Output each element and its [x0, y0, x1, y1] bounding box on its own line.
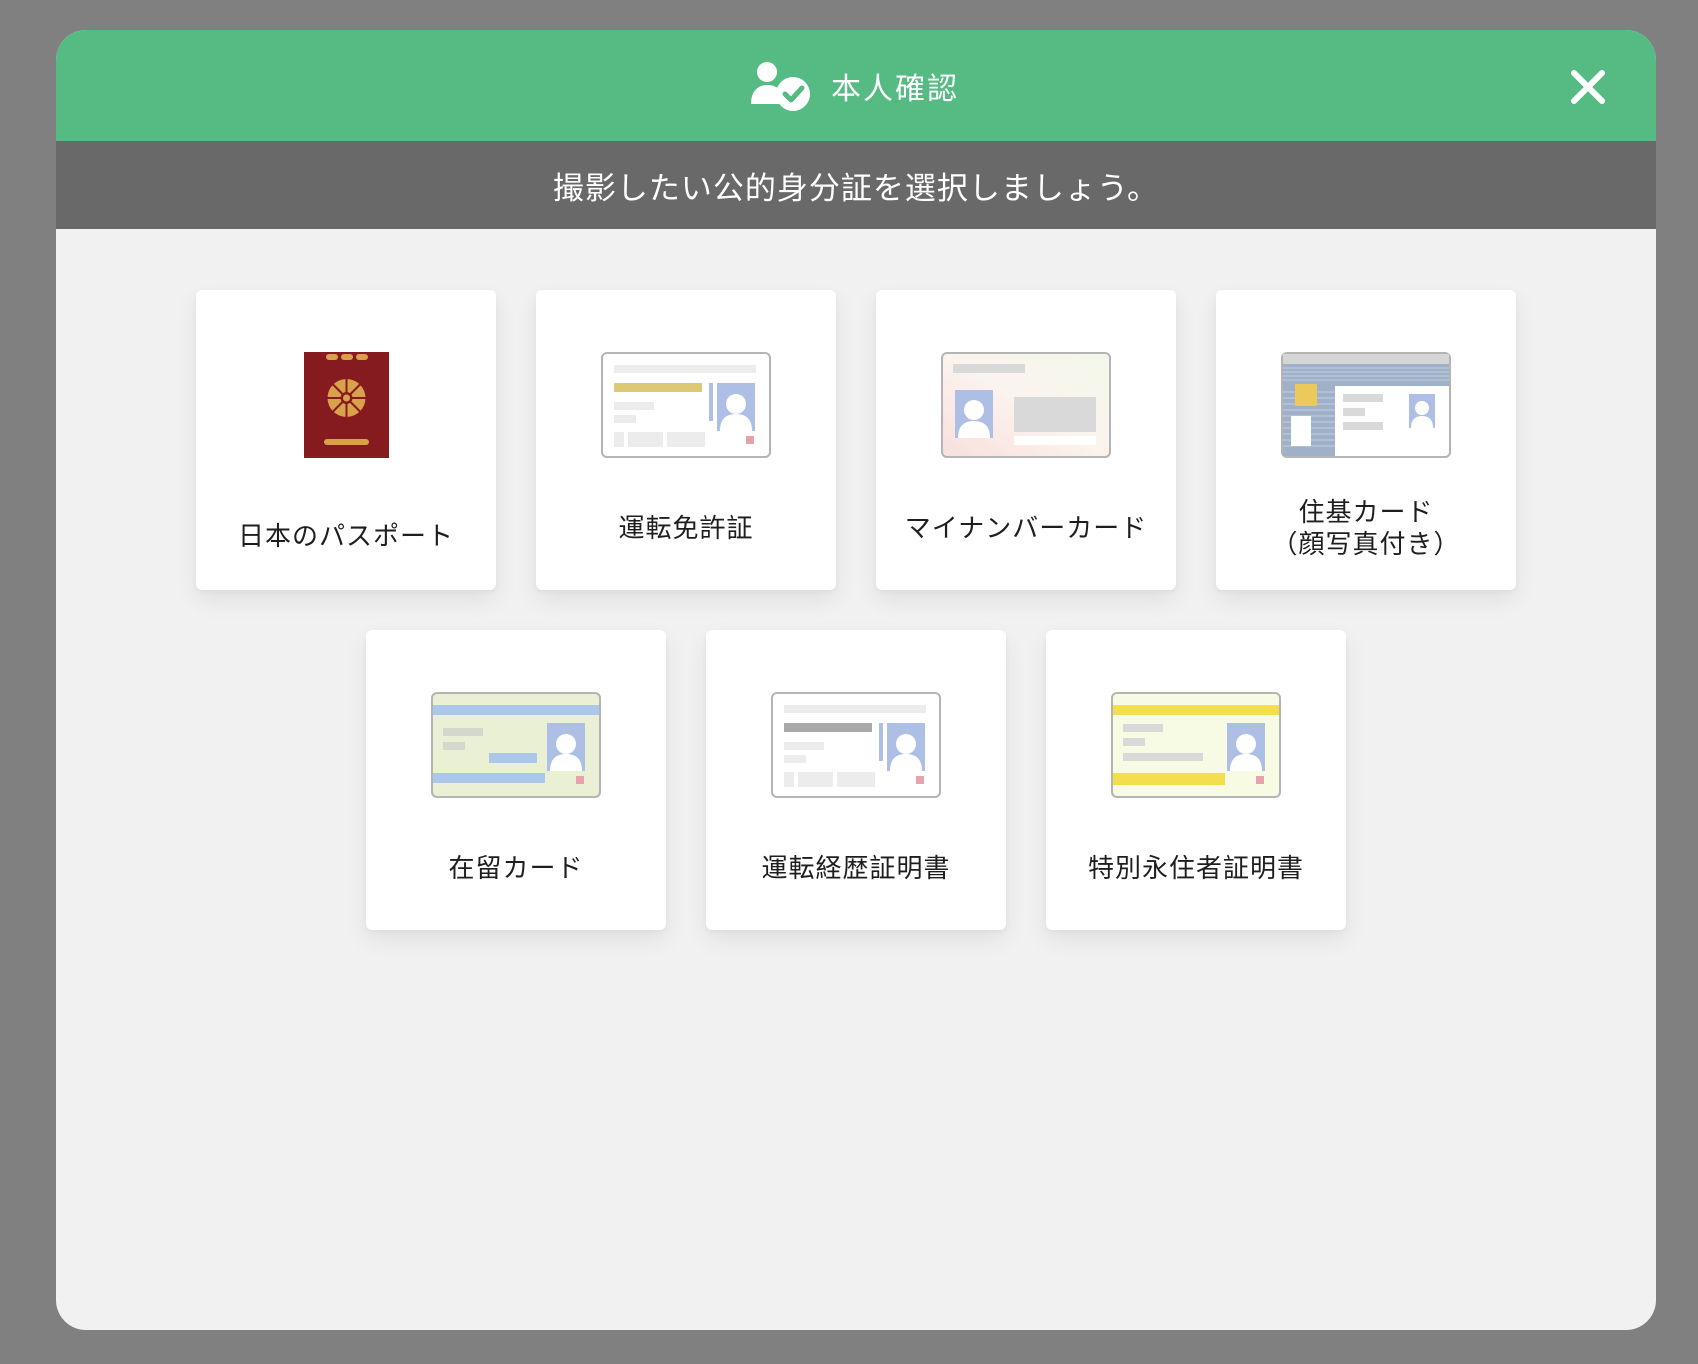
header-title-group: 本人確認 [749, 60, 959, 112]
user-check-icon [751, 61, 810, 111]
card-label: 特別永住者証明書 [1087, 854, 1304, 884]
id-verification-modal: 本人確認 撮影したい公的身分証を選択しましょう。 日本のパスポート 運転免許証 … [56, 30, 1656, 1330]
resident-card-icon [1281, 352, 1451, 458]
my-number-card-icon [941, 352, 1111, 458]
card-residence[interactable]: 在留カード [366, 630, 666, 930]
passport-icon [304, 352, 389, 458]
instruction-banner: 撮影したい公的身分証を選択しましょう。 [56, 141, 1656, 229]
card-passport[interactable]: 日本のパスポート [196, 290, 496, 590]
card-label: 運転経歴証明書 [761, 854, 951, 884]
card-label: 住基カード （顔写真付き） [1271, 498, 1461, 560]
close-icon[interactable] [1568, 67, 1608, 107]
driving-history-certificate-icon [771, 692, 941, 798]
card-my-number[interactable]: マイナンバーカード [876, 290, 1176, 590]
card-label: マイナンバーカード [904, 514, 1148, 544]
card-label: 運転免許証 [618, 514, 754, 544]
card-resident-basic[interactable]: 住基カード （顔写真付き） [1216, 290, 1516, 590]
special-permanent-resident-icon [1111, 692, 1281, 798]
residence-card-icon [431, 692, 601, 798]
drivers-license-icon [601, 352, 771, 458]
modal-header: 本人確認 [56, 30, 1656, 141]
card-label: 日本のパスポート [237, 522, 454, 552]
page-title: 本人確認 [831, 71, 959, 107]
card-label: 在留カード [448, 854, 584, 884]
card-special-permanent-resident[interactable]: 特別永住者証明書 [1046, 630, 1346, 930]
card-driving-history[interactable]: 運転経歴証明書 [706, 630, 1006, 930]
card-drivers-license[interactable]: 運転免許証 [536, 290, 836, 590]
